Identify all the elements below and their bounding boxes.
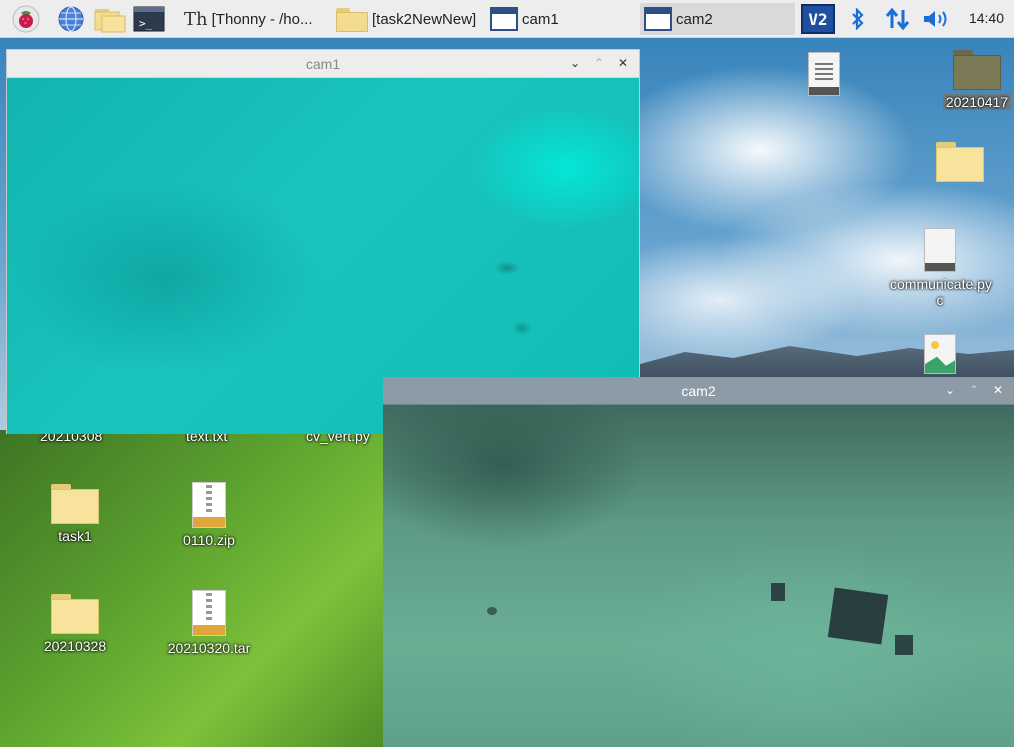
desktop-icon-20210417[interactable]: 20210417	[927, 50, 1014, 112]
vnc-icon[interactable]: V2	[801, 4, 835, 34]
desktop-icon-label: 20210328	[43, 638, 107, 654]
task-button-cam2[interactable]: cam2	[640, 3, 795, 35]
task-label: [task2NewNew]	[372, 10, 477, 28]
document-icon	[808, 52, 840, 96]
underwater-object	[487, 607, 497, 615]
folder-icon	[936, 142, 984, 182]
zip-file-icon	[192, 590, 226, 636]
volume-icon[interactable]	[922, 9, 952, 34]
underwater-object	[895, 635, 913, 655]
window-title: cam1	[305, 56, 341, 72]
svg-text:>_: >_	[139, 17, 153, 30]
window-icon	[490, 7, 518, 31]
web-browser-icon[interactable]	[57, 5, 85, 33]
python-file-icon	[924, 228, 956, 272]
minimize-icon[interactable]: ⌄	[942, 382, 958, 398]
desktop-icon-task1[interactable]: task1	[25, 484, 125, 544]
desktop-icon-label: 20210417	[942, 94, 1012, 110]
desktop-icon-communicate-py[interactable]: communicate.py c	[890, 228, 992, 308]
window-title: cam2	[681, 383, 716, 399]
folder-icon	[953, 50, 1001, 90]
task-label: cam2	[676, 10, 713, 28]
desktop-icon-0110-zip[interactable]: 0110.zip	[159, 482, 259, 548]
maximize-icon[interactable]: ⌃	[591, 55, 607, 71]
window-icon	[644, 7, 672, 31]
taskbar: >_ Th [Thonny - /ho... [task2NewNew] cam…	[0, 0, 1014, 38]
maximize-icon[interactable]: ⌃	[966, 382, 982, 398]
folder-icon	[336, 6, 368, 32]
desktop-icon-image[interactable]	[890, 334, 990, 374]
desktop-icon-20210328[interactable]: 20210328	[25, 594, 125, 654]
clock[interactable]: 14:40	[969, 10, 1004, 26]
desktop-icon-label: communicate.py	[890, 276, 992, 292]
desktop-icon-folder[interactable]	[910, 142, 1010, 182]
task-button-task2newnew[interactable]: [task2NewNew]	[332, 3, 482, 35]
network-icon[interactable]	[885, 7, 911, 35]
wallpaper-grass	[0, 430, 385, 747]
thonny-icon: Th	[184, 8, 208, 30]
window-titlebar[interactable]: cam2 ⌄ ⌃ ✕	[383, 377, 1014, 405]
close-icon[interactable]: ✕	[990, 382, 1006, 398]
close-icon[interactable]: ✕	[615, 55, 631, 71]
desktop-icon-label-wrap: c	[936, 292, 944, 308]
file-manager-icon[interactable]	[94, 5, 126, 33]
desktop-icon-document[interactable]	[774, 52, 874, 96]
underwater-object	[771, 583, 785, 601]
task-label: [Thonny - /ho...	[211, 10, 313, 28]
task-label: cam1	[522, 10, 559, 28]
desktop-icon-label: 0110.zip	[183, 532, 235, 548]
folder-icon	[51, 484, 99, 524]
vnc-label: V2	[808, 9, 828, 29]
zip-file-icon	[192, 482, 226, 528]
minimize-icon[interactable]: ⌄	[567, 55, 583, 71]
desktop-icon-label: task1	[58, 528, 92, 544]
desktop-icon-label: 20210320.tar	[167, 640, 251, 656]
window-titlebar[interactable]: cam1 ⌄ ⌃ ✕	[7, 50, 639, 78]
bluetooth-icon[interactable]	[850, 7, 866, 35]
camera-feed-cam2	[383, 405, 1014, 747]
image-file-icon	[924, 334, 956, 374]
underwater-robot	[827, 587, 889, 645]
terminal-icon[interactable]: >_	[133, 5, 165, 33]
task-button-cam1[interactable]: cam1	[486, 3, 636, 35]
desktop-icon-20210320-tar[interactable]: 20210320.tar	[159, 590, 259, 656]
task-button-thonny[interactable]: Th [Thonny - /ho...	[180, 3, 330, 35]
raspberry-menu-icon[interactable]	[12, 5, 40, 33]
window-cam2[interactable]: cam2 ⌄ ⌃ ✕	[383, 377, 1014, 747]
folder-icon	[51, 594, 99, 634]
